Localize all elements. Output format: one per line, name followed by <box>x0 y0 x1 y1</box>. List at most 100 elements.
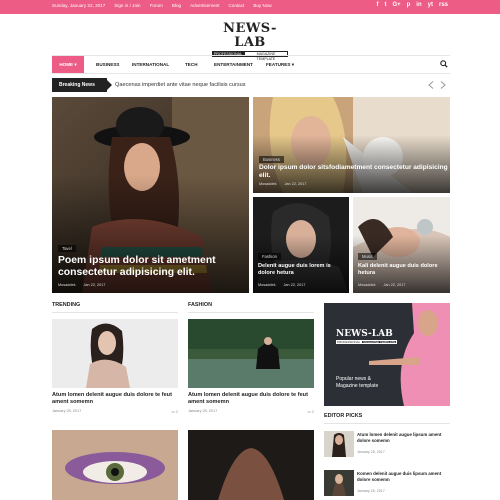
nav-business[interactable]: BUSINESS <box>96 56 120 73</box>
advertisement-link[interactable]: Advertisement <box>190 3 219 8</box>
nav-home[interactable]: HOME ▾ <box>52 56 84 73</box>
contact-link[interactable]: Contact <box>228 3 244 8</box>
logo-name: NEWS-LAB <box>223 21 277 50</box>
hero-main-card[interactable]: Tavel Poem ipsum dolor sit ametment cons… <box>52 97 249 293</box>
nav-tech[interactable]: TECH <box>185 56 198 73</box>
trending-thumb[interactable] <box>52 319 178 388</box>
hero-main-author[interactable]: Mosaddek <box>58 283 76 287</box>
signin-link[interactable]: Sign in / Join <box>114 3 140 8</box>
fashion-thumb-2[interactable] <box>188 430 314 500</box>
fashion-heading: FASHION <box>188 302 212 308</box>
breaking-arrows <box>428 81 446 89</box>
trending-post-title[interactable]: Atum lomen delenit augue duis dolore te … <box>52 392 178 406</box>
pinterest-icon[interactable]: p <box>407 2 411 8</box>
youtube-icon[interactable]: yt <box>428 2 433 8</box>
trending-post[interactable]: Atum lomen delenit augue duis dolore te … <box>52 319 178 419</box>
fashion-image <box>188 319 314 388</box>
hero-bottom-left-author[interactable]: Mosaddek <box>258 283 276 287</box>
next-arrow-icon[interactable] <box>440 81 446 89</box>
trending-post-date: January 25, 2017 <box>52 409 82 413</box>
editor-pick-image <box>324 470 354 496</box>
twitter-icon[interactable]: t <box>384 2 386 8</box>
editor-picks-heading: EDITOR PICKS <box>324 413 363 419</box>
hero-bottom-left-meta: Mosaddek Jan 22, 2017 <box>258 283 306 287</box>
eye-makeup-image <box>52 430 178 500</box>
editor-pick-title[interactable]: Komen delenit augue duis lipsum ament do… <box>357 471 449 482</box>
google-plus-icon[interactable]: G+ <box>392 2 400 8</box>
hero-bottom-right-date: Jan 22, 2017 <box>383 283 406 287</box>
hero-bottom-right-meta: Mosaddek Jan 22, 2017 <box>358 283 406 287</box>
fashion-post[interactable]: Atum lomen delenit augue duis dolore te … <box>188 319 314 419</box>
fashion-thumb[interactable] <box>188 319 314 388</box>
hero-bottom-right-category[interactable]: Music <box>358 253 377 260</box>
hero-main-category[interactable]: Tavel <box>58 245 76 252</box>
trending-thumb-2[interactable] <box>52 430 178 500</box>
facebook-icon[interactable]: f <box>376 2 378 8</box>
nav-home-label: HOME <box>59 62 74 67</box>
date-text: Sunday, January 22, 2017 <box>52 3 106 8</box>
hero-bottom-right-author[interactable]: Mosaddek <box>358 283 376 287</box>
ad-text: Popular news & Magazine template <box>336 376 378 389</box>
ad-logo-tagline: PROFESSIONAL MAGAZINE TEMPLATE <box>336 340 398 344</box>
hero-top-right-category[interactable]: Business <box>259 156 284 163</box>
hero-bottom-left-date: Jan 22, 2017 <box>283 283 306 287</box>
fashion-comments: 1 <box>311 410 314 414</box>
rss-icon[interactable]: rss <box>439 2 448 8</box>
breaking-news-bar: Breaking News Qaecenas imperdiet ante vi… <box>52 78 450 92</box>
forum-link[interactable]: Forum <box>150 3 163 8</box>
hero-top-right-author[interactable]: Mosaddek <box>259 182 277 186</box>
nav-entertainment[interactable]: ENTERTAINMENT <box>214 56 253 73</box>
linkedin-icon[interactable]: in <box>416 2 421 8</box>
editor-pick-thumb[interactable] <box>324 470 354 496</box>
editor-pick-date: January 25, 2017 <box>357 489 385 493</box>
editor-pick-thumb[interactable] <box>324 431 354 457</box>
nav-features[interactable]: FEATURES ▾ <box>266 56 294 73</box>
fashion-post-date: January 25, 2017 <box>188 409 218 413</box>
ad-tag-professional: PROFESSIONAL <box>336 340 362 344</box>
ad-logo-name: NEWS-LAB <box>336 329 393 339</box>
nav-international[interactable]: INTERNATIONAL <box>132 56 169 73</box>
trending-divider <box>52 312 178 313</box>
trending-comment-count[interactable]: ▭ 1 <box>171 409 178 414</box>
hero-top-right-date: Jan 22, 2017 <box>284 182 307 186</box>
breaking-news-text[interactable]: Qaecenas imperdiet ante vitae neque faci… <box>115 78 246 92</box>
shoulders-image <box>188 430 314 500</box>
trending-image <box>52 319 178 388</box>
ad-text-line2: Magazine template <box>336 382 379 389</box>
hero-top-right-meta: Mosaddek Jan 22, 2017 <box>259 182 307 186</box>
hero-top-right-card[interactable]: Business Dolor ipsum dolor sitsfodiametm… <box>253 97 450 193</box>
social-icons: f t G+ p in yt rss <box>376 2 448 8</box>
breaking-news-label: Breaking News <box>52 78 112 92</box>
editor-picks-divider <box>324 423 450 424</box>
top-bar: Sunday, January 22, 2017 Sign in / Join … <box>0 0 500 14</box>
trending-heading: TRENDING <box>52 302 81 308</box>
editor-pick-date: January 25, 2017 <box>357 450 385 454</box>
editor-pick-item[interactable]: Komen delenit augue duis lipsum ament do… <box>324 470 450 498</box>
fashion-comment-count[interactable]: ▭ 1 <box>307 409 314 414</box>
hero-main-title[interactable]: Poem ipsum dolor sit ametment consectetu… <box>58 255 243 279</box>
ad-banner[interactable]: NEWS-LAB PROFESSIONAL MAGAZINE TEMPLATE … <box>324 303 450 406</box>
search-icon[interactable] <box>440 60 448 68</box>
hero-main-meta: Mosaddek Jan 22, 2017 <box>58 283 106 287</box>
editor-pick-item[interactable]: Atum lomen delenit augue lipsum ament do… <box>324 431 450 459</box>
fashion-post-title[interactable]: Atum lomen delenit augue duis dolore te … <box>188 392 314 406</box>
fashion-divider <box>188 312 314 313</box>
main-nav: HOME ▾ BUSINESS INTERNATIONAL TECH ENTER… <box>52 55 450 74</box>
hero-bottom-right-title[interactable]: Kali delenit augue duis dolore hetura <box>358 263 444 277</box>
blog-link[interactable]: Blog <box>172 3 181 8</box>
editor-pick-title[interactable]: Atum lomen delenit augue lipsum ament do… <box>357 432 449 443</box>
hero-bottom-left-category[interactable]: Fashion <box>258 253 281 260</box>
hero-bottom-left-card[interactable]: Fashion Delenit augue duis lorem is dolo… <box>253 197 349 293</box>
hero-bottom-right-card[interactable]: Music Kali delenit augue duis dolore het… <box>353 197 450 293</box>
ad-tag-magazine: MAGAZINE TEMPLATE <box>361 340 398 344</box>
nav-features-label: FEATURES <box>266 62 291 67</box>
hero-top-right-title[interactable]: Dolor ipsum dolor sitsfodiametment conse… <box>259 164 449 180</box>
prev-arrow-icon[interactable] <box>428 81 434 89</box>
hero-bottom-left-title[interactable]: Delenit augue duis lorem is dolore hetur… <box>258 263 344 277</box>
buy-now-link[interactable]: Buy Now <box>253 3 271 8</box>
top-links: Sunday, January 22, 2017 Sign in / Join … <box>52 3 272 8</box>
editor-pick-image <box>324 431 354 457</box>
trending-post-meta: January 25, 2017 ▭ 1 <box>52 409 178 414</box>
site-logo[interactable]: NEWS-LAB PROFESSIONAL MAGAZINE TEMPLATE <box>212 21 288 61</box>
ad-banner-image <box>369 303 450 406</box>
